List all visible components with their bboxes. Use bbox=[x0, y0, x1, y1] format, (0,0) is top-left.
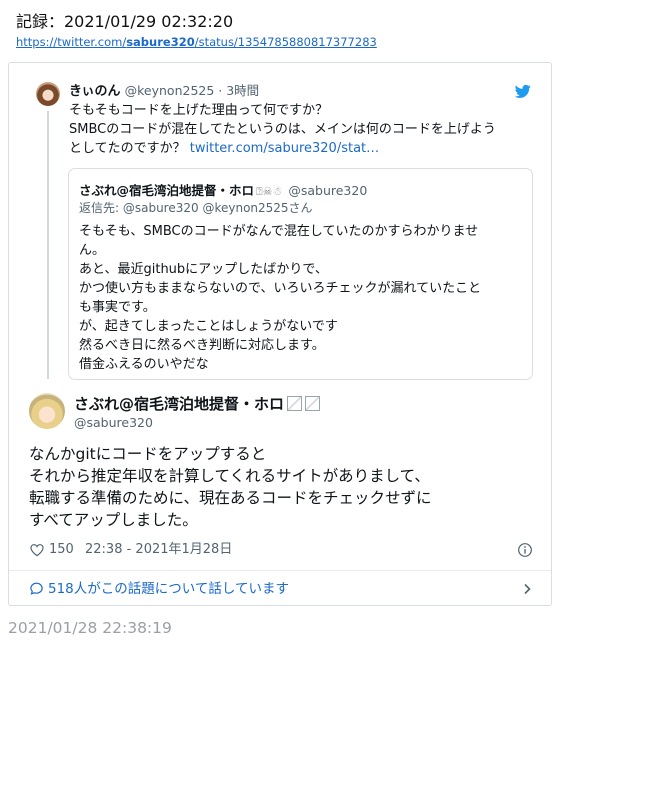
reply-line: としてたのですか？ twitter.com/sabure320/stat… bbox=[69, 139, 539, 158]
quoted-line: が、起きてしまったことはしょうがないです bbox=[79, 319, 338, 334]
quoted-tweet-header: さぶれ@宿毛湾泊地提督・ホロ ⍰☠☃ @sabure320 bbox=[79, 182, 367, 200]
quoted-tweet-text: そもそも、SMBCのコードがなんで混在していたのかすらわかりませ ん。 あと、最… bbox=[79, 222, 524, 374]
main-tweet-text: なんかgitにコードをアップすると それから推定年収を計算してくれるサイトがあり… bbox=[29, 443, 539, 531]
heart-icon[interactable] bbox=[29, 542, 45, 558]
quoted-line: あと、最近githubにアップしたばかりで、 bbox=[79, 262, 328, 277]
quoted-tweet[interactable]: さぶれ@宿毛湾泊地提督・ホロ ⍰☠☃ @sabure320 返信先: @sabure… bbox=[68, 168, 533, 380]
quoted-line: そもそも、SMBCのコードがなんで混在していたのかすらわかりませ bbox=[79, 224, 479, 239]
source-link-user: sabure320 bbox=[126, 35, 195, 49]
quoted-author-emoji: ⍰☠☃ bbox=[256, 185, 283, 198]
quoted-author-name: さぶれ@宿毛湾泊地提督・ホロ bbox=[79, 183, 255, 198]
reply-line-text: としてたのですか？ bbox=[69, 141, 190, 156]
source-link[interactable]: https://twitter.com/sabure320/status/135… bbox=[16, 34, 377, 50]
page-header: 記録：2021/01/29 02:32:20 https://twitter.c… bbox=[16, 11, 377, 50]
footer-timestamp: 2021/01/28 22:38:19 bbox=[8, 619, 172, 637]
like-count[interactable]: 150 bbox=[49, 540, 74, 560]
conversation-link[interactable]: 518人がこの話題について話しています bbox=[29, 580, 289, 598]
info-icon[interactable] bbox=[517, 542, 533, 558]
source-link-suffix: /status/1354785880817377283 bbox=[194, 35, 377, 49]
reply-author-handle[interactable]: @keynon2525 bbox=[125, 83, 215, 98]
quoted-line: 然るべき日に然るべき判断に対応します。 bbox=[79, 338, 325, 353]
reply-line: SMBCのコードが混在してたというのは、メインは何のコードを上げよう bbox=[69, 122, 496, 137]
quoted-reply-to: 返信先: @sabure320 @keynon2525さん bbox=[79, 201, 313, 215]
main-line: すべてアップしました。 bbox=[29, 511, 198, 529]
quoted-author-handle: @sabure320 bbox=[288, 183, 368, 198]
reply-time[interactable]: · 3時間 bbox=[214, 83, 259, 98]
record-timestamp: 記録：2021/01/29 02:32:20 bbox=[16, 12, 234, 31]
broken-image-icon bbox=[287, 396, 303, 411]
tweet-actions: 150 22:38 - 2021年1月28日 bbox=[29, 540, 533, 560]
chevron-right-icon[interactable] bbox=[521, 583, 533, 595]
speech-bubble-icon bbox=[30, 582, 43, 595]
reply-tweet-text: そもそもコードを上げた理由って何ですか？ SMBCのコードが混在してたというのは… bbox=[69, 101, 539, 158]
quoted-line: かつ使い方もままならないので、いろいろチェックが漏れていたこと bbox=[79, 281, 482, 296]
reply-author-meta: きぃのん @keynon2525 · 3時間 bbox=[69, 82, 259, 101]
main-author-name-row[interactable]: さぶれ@宿毛湾泊地提督・ホロ bbox=[74, 394, 321, 414]
quoted-line: 借金ふえるのいやだな bbox=[79, 357, 209, 372]
main-author-name[interactable]: さぶれ@宿毛湾泊地提督・ホロ bbox=[74, 395, 284, 413]
quoted-line: ん。 bbox=[79, 243, 106, 258]
source-link-prefix: https://twitter.com/ bbox=[16, 35, 127, 49]
main-line: なんかgitにコードをアップすると bbox=[29, 445, 267, 463]
card-divider bbox=[9, 570, 551, 571]
main-author-handle[interactable]: @sabure320 bbox=[74, 414, 153, 431]
thread-connector-line bbox=[47, 111, 49, 379]
reply-author-name[interactable]: きぃのん bbox=[69, 84, 120, 99]
reply-author-avatar[interactable] bbox=[36, 82, 60, 106]
broken-image-icon bbox=[305, 396, 321, 411]
tweet-timestamp[interactable]: 22:38 - 2021年1月28日 bbox=[85, 540, 232, 560]
reply-quoted-link[interactable]: twitter.com/sabure320/stat… bbox=[190, 141, 379, 156]
reply-line: そもそもコードを上げた理由って何ですか？ bbox=[69, 103, 329, 118]
main-line: それから推定年収を計算してくれるサイトがありまして、 bbox=[29, 467, 430, 485]
conversation-label: 518人がこの話題について話しています bbox=[48, 581, 289, 597]
quoted-line: も事実です。 bbox=[79, 300, 156, 315]
main-line: 転職する準備のために、現在あるコードをチェックせずに bbox=[29, 489, 432, 507]
main-author-avatar[interactable] bbox=[29, 393, 65, 429]
twitter-bird-icon[interactable] bbox=[515, 83, 531, 99]
tweet-embed-card[interactable]: きぃのん @keynon2525 · 3時間 そもそもコードを上げた理由って何で… bbox=[8, 62, 552, 606]
